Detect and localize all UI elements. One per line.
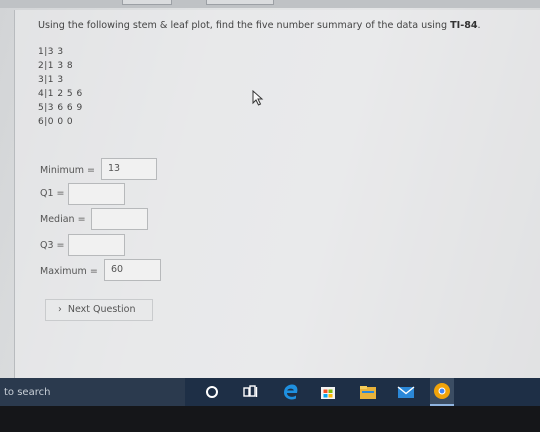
chrome-icon[interactable] [430, 378, 454, 406]
q1-label: Q1 = [40, 188, 65, 199]
task-view-icon[interactable] [241, 382, 261, 402]
stem-leaf-row: 4|1 2 5 6 [38, 89, 83, 99]
search-placeholder: to search [4, 387, 51, 398]
next-question-label: Next Question [67, 304, 136, 315]
tab-stub [206, 0, 274, 5]
minimum-input[interactable]: 13 [101, 158, 157, 180]
stem-leaf-row: 3|1 3 [38, 75, 64, 85]
tab-stub [122, 0, 172, 5]
median-label: Median = [40, 214, 86, 225]
question-text: Using the following stem & leaf plot, fi… [38, 20, 481, 31]
maximum-label: Maximum = [40, 266, 98, 277]
stem-leaf-row: 2|1 3 8 [38, 61, 74, 71]
median-input[interactable] [91, 208, 148, 230]
next-question-button[interactable]: › Next Question [45, 299, 153, 321]
q1-input[interactable] [68, 183, 125, 205]
mail-icon[interactable] [396, 382, 416, 402]
monitor-bezel [0, 406, 540, 432]
maximum-input[interactable]: 60 [104, 259, 161, 281]
stem-leaf-row: 6|0 0 0 [38, 117, 74, 127]
chevron-right-icon: › [58, 304, 62, 315]
stem-leaf-row: 5|3 6 6 9 [38, 103, 83, 113]
mouse-cursor-icon [252, 90, 264, 106]
q3-label: Q3 = [40, 240, 65, 251]
store-icon[interactable] [318, 382, 338, 402]
minimum-label: Minimum = [40, 165, 96, 176]
taskbar: to search [0, 378, 540, 406]
stem-leaf-row: 1|3 3 [38, 47, 64, 57]
edge-icon[interactable] [281, 382, 301, 402]
q3-input[interactable] [68, 234, 125, 256]
cortana-icon[interactable] [202, 382, 222, 402]
file-explorer-icon[interactable] [358, 382, 378, 402]
taskbar-search[interactable]: to search [0, 378, 185, 406]
screen: Using the following stem & leaf plot, fi… [0, 0, 540, 378]
